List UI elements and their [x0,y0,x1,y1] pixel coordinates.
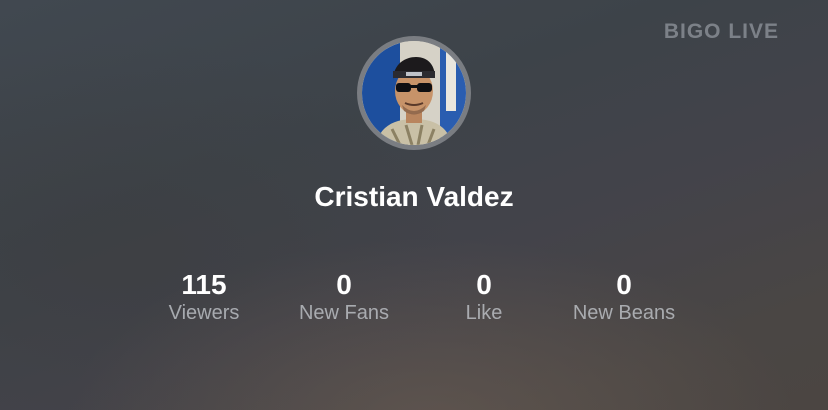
stat-viewers: 115 Viewers [124,268,284,324]
stat-label: Viewers [168,302,240,324]
avatar-photo [362,41,466,145]
live-ended-screen: BIGO LIVE Cristian Valdez 115 Viewers 0 … [0,0,828,410]
stat-value: 0 [476,269,492,300]
stat-value: 115 [181,269,227,300]
broadcaster-name: Cristian Valdez [314,181,514,212]
stat-value: 0 [336,269,352,300]
stat-value: 0 [616,269,632,300]
stat-label: New Fans [298,302,390,324]
broadcaster-avatar[interactable] [357,36,471,150]
stat-new-fans: 0 New Fans [264,268,424,324]
bigo-live-watermark: BIGO LIVE [663,20,779,43]
stat-label: Like [465,302,503,324]
stat-new-beans: 0 New Beans [544,268,704,324]
stat-like: 0 Like [404,268,564,324]
stat-label: New Beans [572,302,676,324]
